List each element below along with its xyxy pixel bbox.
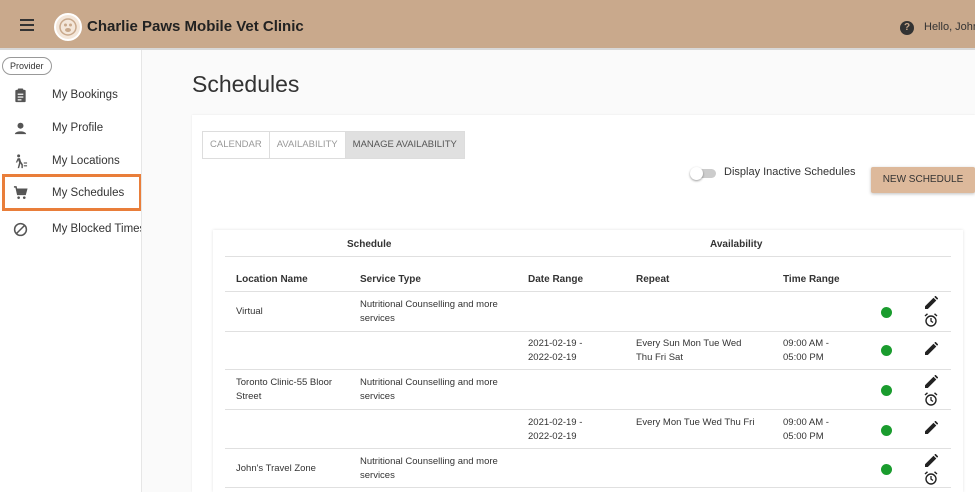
toggle-knob xyxy=(690,167,703,180)
walking-person-icon xyxy=(15,154,28,169)
clinic-logo-icon xyxy=(54,13,82,41)
pencil-edit-icon[interactable] xyxy=(924,375,938,389)
new-schedule-button[interactable]: NEW SCHEDULE xyxy=(871,167,975,193)
cell-time-range: 09:00 AM - 05:00 PM xyxy=(783,417,829,442)
column-header-repeat[interactable]: Repeat xyxy=(636,274,669,285)
block-icon xyxy=(13,222,28,237)
column-header-date-range[interactable]: Date Range xyxy=(528,274,583,285)
tab-bar: CALENDAR AVAILABILITY MANAGE AVAILABILIT… xyxy=(202,131,465,159)
alarm-clock-icon[interactable] xyxy=(924,471,938,485)
row-divider xyxy=(225,331,951,332)
row-divider xyxy=(225,369,951,370)
cell-service: Nutritional Counselling and more service… xyxy=(360,377,498,402)
clipboard-icon xyxy=(15,88,26,103)
pencil-edit-icon[interactable] xyxy=(924,342,938,356)
cell-repeat: Every Sun Mon Tue Wed Thu Fri Sat xyxy=(636,338,742,363)
role-badge[interactable]: Provider xyxy=(2,57,52,75)
app-title: Charlie Paws Mobile Vet Clinic xyxy=(87,18,304,35)
person-icon xyxy=(14,122,27,135)
alarm-clock-icon[interactable] xyxy=(924,392,938,406)
sidebar-item-my-bookings[interactable]: My Bookings xyxy=(0,80,141,110)
column-header-location[interactable]: Location Name xyxy=(236,274,308,285)
inactive-schedules-label: Display Inactive Schedules xyxy=(724,166,856,178)
page-title: Schedules xyxy=(192,71,300,97)
sidebar-item-my-blocked-times[interactable]: My Blocked Times xyxy=(0,214,142,244)
row-divider xyxy=(225,448,951,449)
sidebar: Provider My Bookings My Profile My Locat… xyxy=(0,50,142,492)
schedules-card: CALENDAR AVAILABILITY MANAGE AVAILABILIT… xyxy=(192,115,975,492)
column-header-time-range[interactable]: Time Range xyxy=(783,274,840,285)
cell-location: John's Travel Zone xyxy=(236,463,316,474)
group-header-availability: Availability xyxy=(710,239,763,250)
pencil-edit-icon[interactable] xyxy=(924,296,938,310)
tab-calendar[interactable]: CALENDAR xyxy=(203,132,270,158)
cell-repeat: Every Mon Tue Wed Thu Fri xyxy=(636,417,755,428)
tab-manage-availability[interactable]: MANAGE AVAILABILITY xyxy=(345,132,464,158)
tab-availability[interactable]: AVAILABILITY xyxy=(270,132,346,158)
cell-service: Nutritional Counselling and more service… xyxy=(360,299,498,324)
schedules-table: Schedule Availability Location Name Serv… xyxy=(213,230,963,492)
cell-date-range: 2021-02-19 - 2022-02-19 xyxy=(528,338,583,363)
cell-location: Virtual xyxy=(236,306,263,317)
alarm-clock-icon[interactable] xyxy=(924,313,938,327)
cart-icon xyxy=(13,186,28,199)
sidebar-item-label: My Locations xyxy=(52,155,120,167)
sidebar-item-my-locations[interactable]: My Locations xyxy=(0,146,141,176)
cell-location: Toronto Clinic-55 Bloor Street xyxy=(236,377,333,402)
sidebar-item-label: My Blocked Times xyxy=(52,223,142,235)
cell-time-range: 09:00 AM - 05:00 PM xyxy=(783,338,829,363)
row-divider xyxy=(225,487,951,488)
status-active-dot xyxy=(881,385,892,396)
group-header-schedule: Schedule xyxy=(347,239,392,250)
status-active-dot xyxy=(881,345,892,356)
sidebar-item-label: My Bookings xyxy=(52,89,118,101)
top-app-bar: Charlie Paws Mobile Vet Clinic ? Hello, … xyxy=(0,0,975,50)
user-greeting[interactable]: Hello, John xyxy=(924,21,975,33)
hamburger-menu-icon[interactable] xyxy=(20,19,34,31)
row-divider xyxy=(225,409,951,410)
sidebar-item-label: My Schedules xyxy=(52,187,125,199)
cell-date-range: 2021-02-19 - 2022-02-19 xyxy=(528,417,583,442)
status-active-dot xyxy=(881,425,892,436)
cell-service: Nutritional Counselling and more service… xyxy=(360,456,498,481)
column-header-service[interactable]: Service Type xyxy=(360,274,421,285)
pencil-edit-icon[interactable] xyxy=(924,454,938,468)
status-active-dot xyxy=(881,464,892,475)
row-divider xyxy=(225,291,951,292)
sidebar-item-my-schedules[interactable]: My Schedules xyxy=(2,174,141,211)
pencil-edit-icon[interactable] xyxy=(924,421,938,435)
status-active-dot xyxy=(881,307,892,318)
sidebar-item-my-profile[interactable]: My Profile xyxy=(0,113,141,143)
sidebar-item-label: My Profile xyxy=(52,122,104,134)
help-circle-icon[interactable]: ? xyxy=(900,21,914,35)
inactive-schedules-toggle[interactable] xyxy=(690,167,716,180)
header-divider xyxy=(225,256,951,257)
